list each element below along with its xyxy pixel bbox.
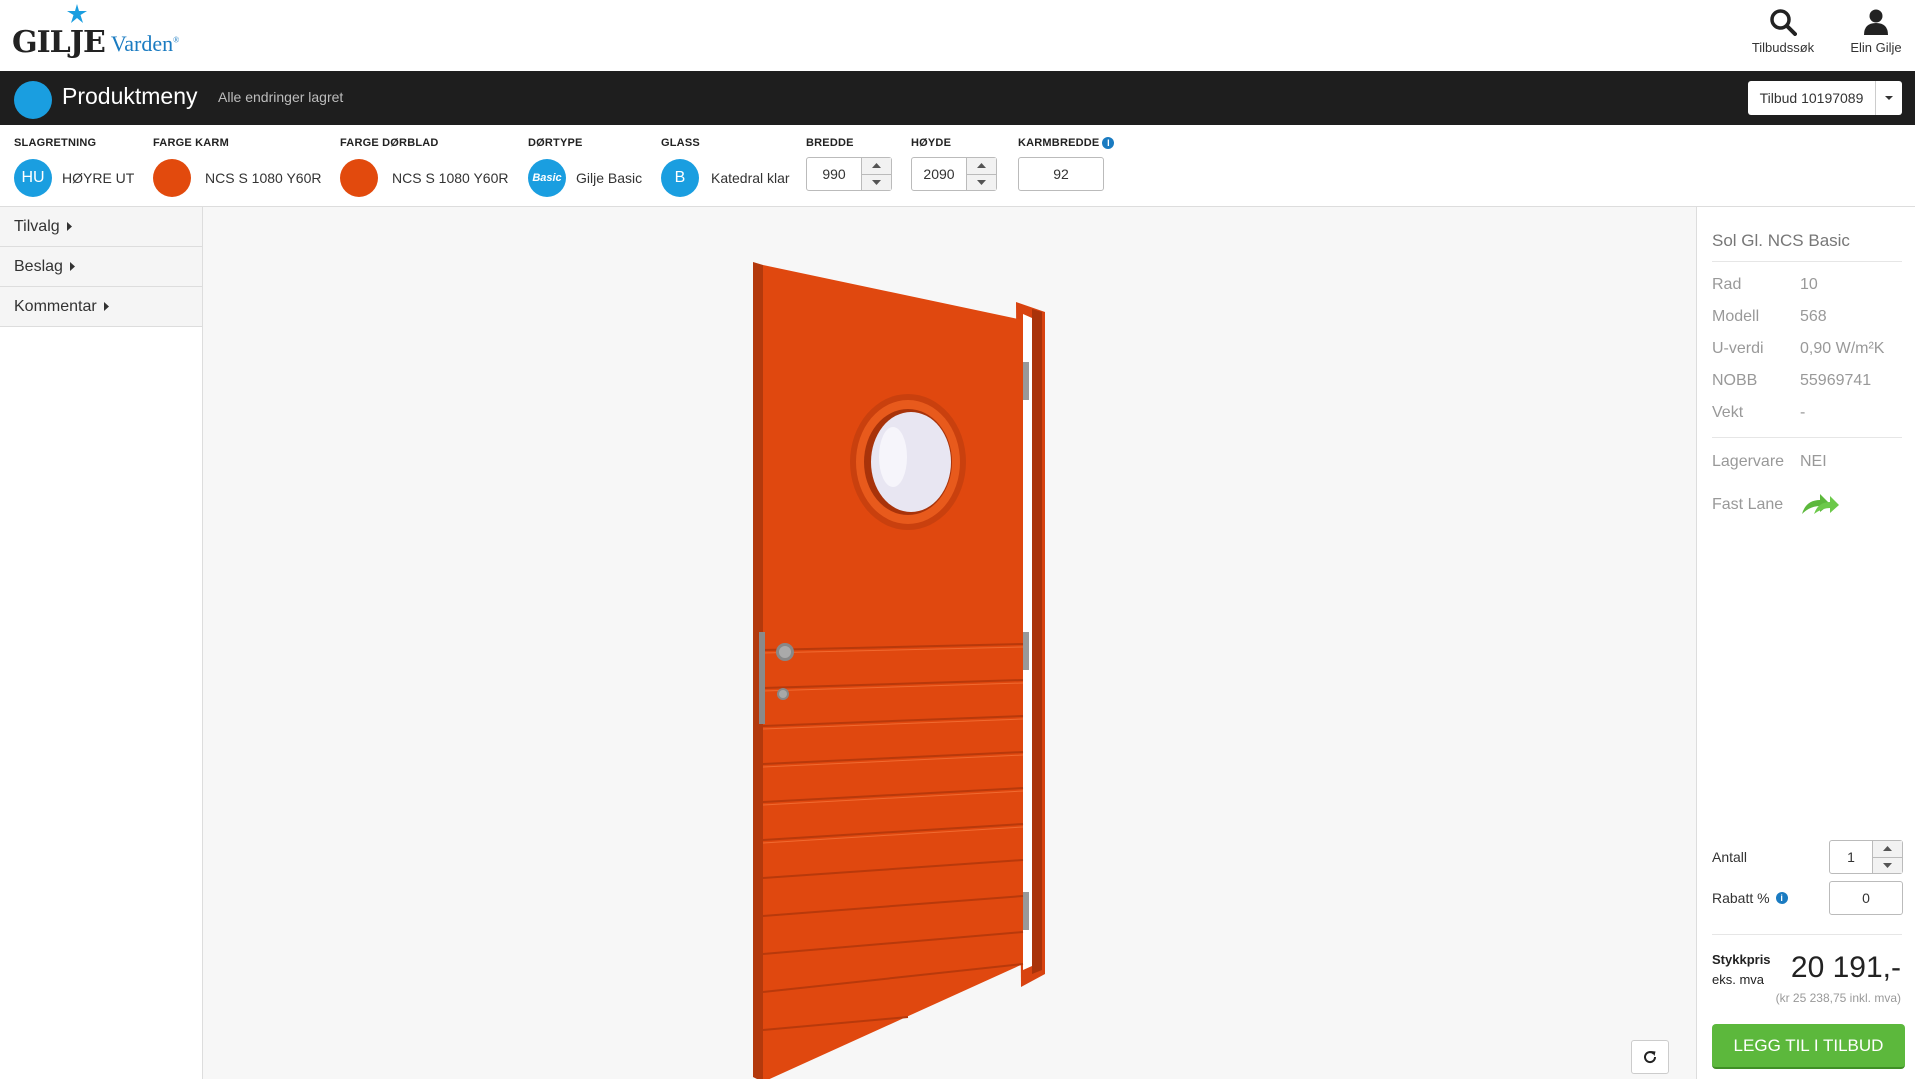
divider xyxy=(1712,437,1902,438)
product-menu-toggle[interactable] xyxy=(14,81,52,119)
page-title: Produktmeny xyxy=(62,83,198,109)
sidebar-item-tilvalg[interactable]: Tilvalg xyxy=(0,207,202,247)
chevron-down-icon[interactable] xyxy=(967,174,996,190)
option-bredde: BREDDE 990 xyxy=(806,135,892,191)
offer-label[interactable]: Tilbud 10197089 xyxy=(1748,81,1876,115)
sidebar-item-label: Tilvalg xyxy=(14,217,60,235)
farge-dorblad-swatch[interactable] xyxy=(340,159,378,197)
configuration-options: SLAGRETNING HU HØYRE UT FARGE KARM NCS S… xyxy=(0,125,1915,207)
bredde-stepper[interactable]: 990 xyxy=(806,157,892,191)
price-label: Stykkpris eks. mva xyxy=(1712,952,1771,987)
farge-dorblad-value[interactable]: NCS S 1080 Y60R xyxy=(392,170,508,186)
spec-fast-lane: Fast Lane xyxy=(1712,492,1840,518)
door-preview-image[interactable] xyxy=(733,252,1063,1079)
product-details-panel: Sol Gl. NCS Basic Rad 10 Modell 568 U-verd… xyxy=(1696,207,1915,1079)
spec-rad: Rad 10 xyxy=(1712,276,1818,293)
hoyde-stepper[interactable]: 2090 xyxy=(911,157,997,191)
user-name-label: Elin Gilje xyxy=(1850,40,1902,55)
caret-right-icon xyxy=(69,262,75,271)
option-label: BREDDE xyxy=(806,137,854,149)
door-3d-viewer[interactable] xyxy=(203,207,1696,1079)
brand-name-main: GILJE xyxy=(12,25,106,60)
bredde-input[interactable]: 990 xyxy=(807,158,861,190)
rabatt-label: Rabatt % i xyxy=(1712,890,1788,906)
slagretning-badge[interactable]: HU xyxy=(14,159,52,197)
sidebar-item-label: Beslag xyxy=(14,257,63,275)
farge-karm-value[interactable]: NCS S 1080 Y60R xyxy=(205,170,321,186)
chevron-down-icon[interactable] xyxy=(862,174,891,190)
karmbredde-input[interactable]: 92 xyxy=(1018,157,1104,191)
option-label: GLASS xyxy=(661,137,700,149)
option-farge-dorblad[interactable]: FARGE DØRBLAD NCS S 1080 Y60R xyxy=(340,135,508,197)
rabatt-input[interactable]: 0 xyxy=(1829,881,1903,915)
unit-price: 20 191,- xyxy=(1790,951,1901,984)
antall-stepper[interactable]: 1 xyxy=(1829,840,1903,874)
divider xyxy=(1712,261,1902,262)
user-menu-button[interactable]: Elin Gilje xyxy=(1831,8,1915,55)
star-icon xyxy=(67,4,87,23)
glass-badge[interactable]: B xyxy=(661,159,699,197)
offer-dropdown[interactable]: Tilbud 10197089 xyxy=(1748,81,1902,115)
option-karmbredde: KARMBREDDE i 92 xyxy=(1018,135,1115,191)
option-slagretning[interactable]: SLAGRETNING HU HØYRE UT xyxy=(14,135,134,197)
farge-karm-swatch[interactable] xyxy=(153,159,191,197)
add-to-offer-button[interactable]: LEGG TIL I TILBUD xyxy=(1712,1024,1905,1069)
option-label: KARMBREDDE i xyxy=(1018,135,1115,151)
price-incl-vat: (kr 25 238,75 inkl. mva) xyxy=(1775,991,1901,1005)
chevron-up-icon[interactable] xyxy=(967,158,996,175)
antall-label: Antall xyxy=(1712,849,1748,865)
spec-lagervare: Lagervare NEI xyxy=(1712,453,1827,470)
chevron-up-icon[interactable] xyxy=(1873,841,1902,858)
option-label: SLAGRETNING xyxy=(14,137,97,149)
product-menu-bar: Produktmeny Alle endringer lagret Tilbud… xyxy=(0,71,1915,125)
antall-input[interactable]: 1 xyxy=(1830,841,1872,873)
user-icon xyxy=(1864,9,1888,35)
chevron-down-icon[interactable] xyxy=(1873,857,1902,873)
glass-value[interactable]: Katedral klar xyxy=(711,170,790,186)
chevron-up-icon[interactable] xyxy=(862,158,891,175)
product-name: Sol Gl. NCS Basic xyxy=(1712,231,1850,250)
slagretning-value[interactable]: HØYRE UT xyxy=(62,170,134,186)
tilbudssok-label: Tilbudssøk xyxy=(1751,40,1815,55)
caret-right-icon xyxy=(66,222,72,231)
divider xyxy=(1712,934,1902,935)
brand-logo[interactable]: GILJE Varden® xyxy=(12,4,180,60)
option-dortype[interactable]: DØRTYPE Basic Gilje Basic xyxy=(528,135,642,197)
sidebar: Tilvalg Beslag Kommentar xyxy=(0,207,203,1079)
fast-lane-arrows-icon xyxy=(1802,494,1839,514)
option-label: DØRTYPE xyxy=(528,137,583,149)
option-glass[interactable]: GLASS B Katedral klar xyxy=(661,135,790,197)
caret-right-icon xyxy=(103,302,109,311)
option-farge-karm[interactable]: FARGE KARM NCS S 1080 Y60R xyxy=(153,135,321,197)
spec-u-verdi: U-verdi 0,90 W/m²K xyxy=(1712,340,1885,357)
save-status: Alle endringer lagret xyxy=(218,89,344,105)
sidebar-item-label: Kommentar xyxy=(14,297,97,315)
option-hoyde: HØYDE 2090 xyxy=(911,135,997,191)
search-icon xyxy=(1770,9,1797,36)
info-icon[interactable]: i xyxy=(1102,137,1115,149)
refresh-button[interactable] xyxy=(1631,1040,1669,1074)
spec-modell: Modell 568 xyxy=(1712,308,1827,325)
top-header: GILJE Varden® Tilbudssøk Elin Gilje xyxy=(0,0,1915,71)
sidebar-item-kommentar[interactable]: Kommentar xyxy=(0,287,202,327)
option-label: HØYDE xyxy=(911,137,952,149)
hoyde-input[interactable]: 2090 xyxy=(912,158,966,190)
brand-name-sub: Varden® xyxy=(110,31,180,56)
info-icon[interactable]: i xyxy=(1775,892,1788,904)
sidebar-item-beslag[interactable]: Beslag xyxy=(0,247,202,287)
caret-down-icon[interactable] xyxy=(1876,81,1902,115)
tilbudssok-button[interactable]: Tilbudssøk xyxy=(1738,8,1828,55)
dortype-badge[interactable]: Basic xyxy=(528,159,566,197)
spec-vekt: Vekt - xyxy=(1712,404,1806,421)
option-label: FARGE DØRBLAD xyxy=(340,137,439,149)
refresh-icon xyxy=(1644,1051,1657,1064)
dortype-value[interactable]: Gilje Basic xyxy=(576,170,642,186)
option-label: FARGE KARM xyxy=(153,137,229,149)
spec-nobb: NOBB 55969741 xyxy=(1712,372,1872,389)
